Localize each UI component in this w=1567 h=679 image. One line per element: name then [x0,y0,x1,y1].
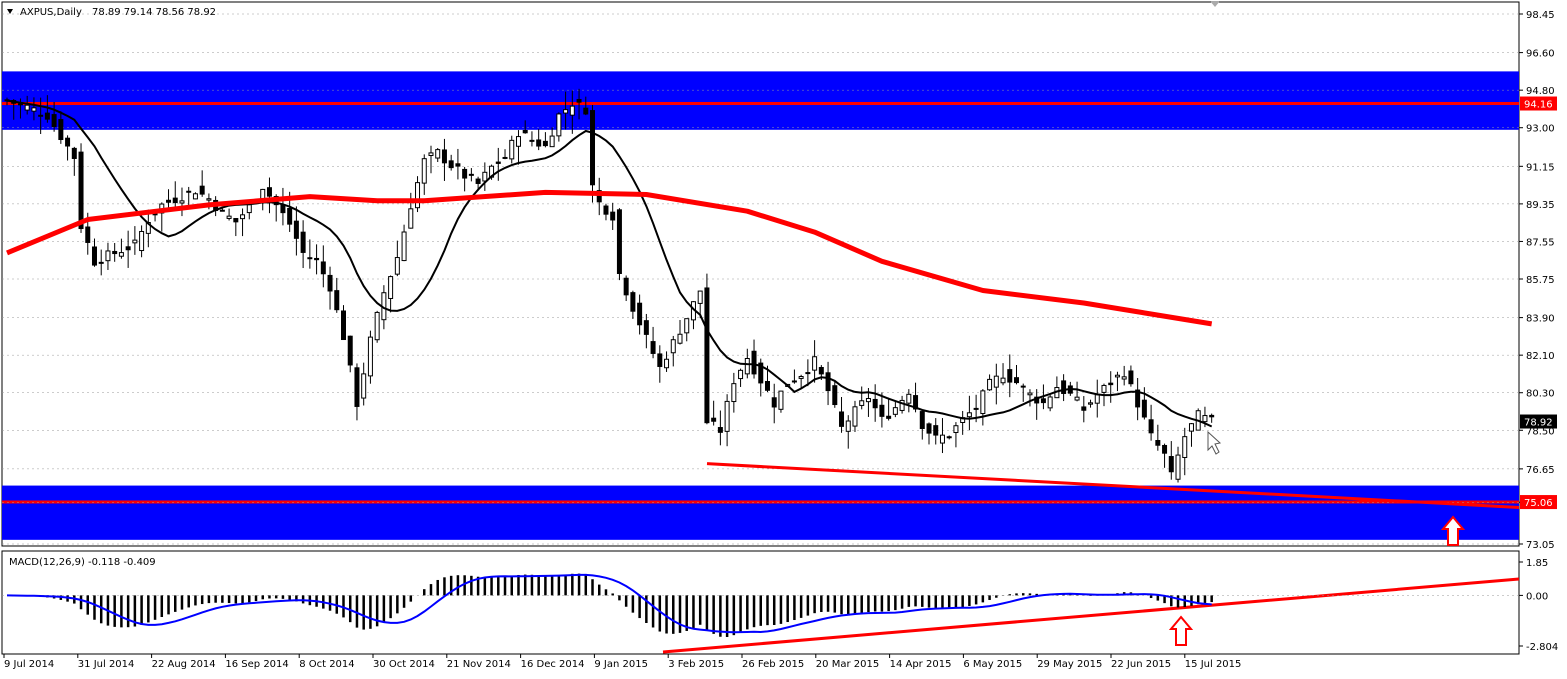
y-tick-label-8: 83.90 [1526,314,1555,325]
price-chart-canvas[interactable]: 98.45 96.60 94.80 93.00 91.15 89.35 87.55 85.75… [0,0,1567,675]
x-tick-label-4: 8 Oct 2014 [299,659,354,670]
level-price-label-1: 75.06 [1524,498,1553,509]
macd-tick-label-1: 0.00 [1526,591,1548,602]
x-tick-label-15: 22 Jun 2015 [1111,659,1171,670]
y-tick-label-0: 98.45 [1526,10,1555,21]
candle [374,310,380,343]
y-tick-label-14: 73.05 [1526,540,1555,551]
y-tick-label-5: 89.35 [1526,200,1555,211]
macd-tick-label-0: 1.85 [1526,558,1548,569]
x-tick-label-3: 16 Sep 2014 [225,659,288,670]
x-tick-label-0: 9 Jul 2014 [4,659,54,670]
ohlc-readout: 78.89 79.14 78.56 78.92 [92,7,216,18]
macd-tick-label-2: -2.804 [1526,642,1558,653]
price-axis: 98.45 96.60 94.80 93.00 91.15 89.35 87.55 85.75… [1519,10,1557,551]
x-tick-label-2: 22 Aug 2014 [152,659,216,670]
y-tick-label-3: 93.00 [1526,124,1555,135]
macd-axis: 1.85 0.00 -2.804 [1519,558,1558,653]
y-tick-label-2: 94.80 [1526,86,1555,97]
y-tick-label-1: 96.60 [1526,49,1555,60]
candle [616,208,622,281]
x-tick-label-7: 16 Dec 2014 [521,659,585,670]
candle [704,273,710,425]
symbol-title: AXPUS,Daily [20,7,82,18]
candle [192,192,198,200]
candle [367,330,373,384]
level-price-label-0: 94.16 [1524,100,1553,111]
x-tick-label-5: 30 Oct 2014 [373,659,435,670]
x-tick-label-9: 3 Feb 2015 [668,659,724,670]
candle [509,135,515,164]
last-price-label: 78.92 [1524,418,1553,429]
y-tick-label-10: 80.30 [1526,389,1555,400]
chart-window[interactable]: 98.45 96.60 94.80 93.00 91.15 89.35 87.55 85.75… [0,0,1567,675]
y-tick-label-9: 82.10 [1526,351,1555,362]
time-axis: 9 Jul 2014 31 Jul 2014 22 Aug 2014 16 Sep 2… [3,654,1242,670]
y-tick-label-7: 85.75 [1526,275,1555,286]
zone-0 [2,71,1519,130]
y-tick-label-12: 76.65 [1526,465,1555,476]
y-tick-label-6: 87.55 [1526,237,1555,248]
x-tick-label-6: 21 Nov 2014 [447,659,511,670]
macd-readout: -0.118 -0.409 [88,557,156,568]
x-tick-label-1: 31 Jul 2014 [78,659,135,670]
y-tick-label-4: 91.15 [1526,162,1555,173]
candle [778,390,784,413]
x-tick-label-12: 14 Apr 2015 [890,659,952,670]
x-tick-label-10: 26 Feb 2015 [742,659,804,670]
candle [832,381,838,408]
x-tick-label-8: 9 Jan 2015 [594,659,648,670]
x-tick-label-11: 20 Mar 2015 [816,659,879,670]
macd-title: MACD(12,26,9) [9,557,85,568]
x-tick-label-13: 6 May 2015 [963,659,1022,670]
x-tick-label-14: 29 May 2015 [1037,659,1102,670]
x-tick-label-16: 15 Jul 2015 [1185,659,1242,670]
